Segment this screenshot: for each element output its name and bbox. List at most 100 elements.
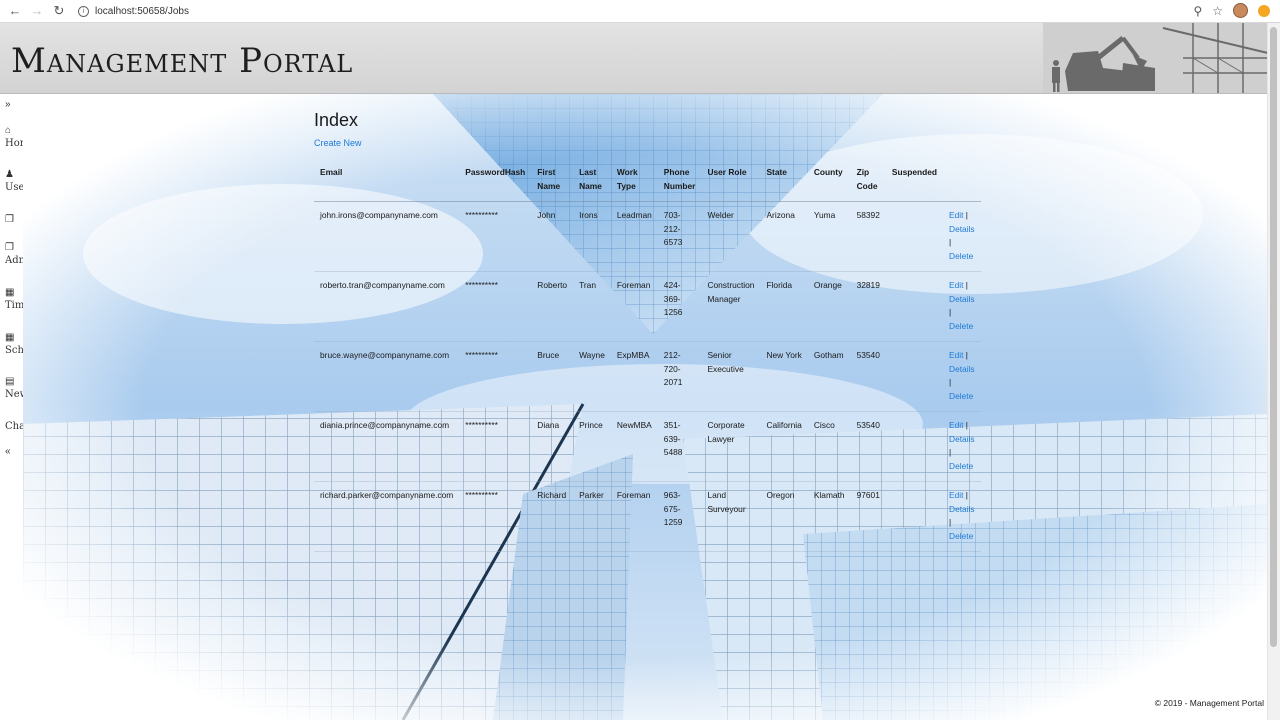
delete-link[interactable]: Delete bbox=[949, 251, 973, 261]
action-separator: | bbox=[965, 490, 968, 500]
page-footer: © 2019 - Management Portal bbox=[1154, 698, 1264, 708]
password-cell: ********** bbox=[459, 481, 532, 552]
password-cell: ********** bbox=[459, 411, 532, 482]
user-role-cell: Construction Manager bbox=[701, 271, 761, 342]
email-cell: bruce.wayne@companyname.com bbox=[314, 341, 460, 412]
table-row: bruce.wayne@companyname.com ********** B… bbox=[314, 341, 981, 412]
state-cell: California bbox=[760, 411, 808, 482]
site-header: Management Portal bbox=[0, 23, 1268, 94]
work-type-cell: Leadman bbox=[610, 201, 658, 272]
zoom-icon[interactable]: ⚲ bbox=[1193, 4, 1202, 18]
details-link[interactable]: Details bbox=[949, 434, 975, 444]
zip-cell: 32819 bbox=[850, 271, 886, 342]
action-separator: | bbox=[965, 280, 968, 290]
edit-link[interactable]: Edit bbox=[949, 210, 963, 220]
sidebar-item-chat[interactable]: Chat bbox=[5, 420, 45, 434]
action-separator: | bbox=[949, 517, 952, 527]
first-name-cell: Diana bbox=[531, 411, 574, 482]
details-link[interactable]: Details bbox=[949, 294, 975, 304]
copy-icon: ❐ bbox=[5, 214, 14, 225]
sidebar-collapse-toggle[interactable]: « bbox=[5, 446, 45, 458]
column-header: First Name bbox=[531, 159, 574, 202]
star-icon[interactable]: ☆ bbox=[1212, 4, 1223, 18]
action-separator: | bbox=[949, 447, 952, 457]
edit-link[interactable]: Edit bbox=[949, 490, 963, 500]
phone-cell: 424-369-1256 bbox=[657, 271, 702, 342]
sidebar-item-schedule[interactable]: ▦ Schedule bbox=[5, 332, 45, 358]
sidebar-item-label: News bbox=[5, 389, 23, 400]
table-row: john.irons@companyname.com ********** Jo… bbox=[314, 201, 981, 272]
double-chevron-left-icon[interactable]: « bbox=[5, 446, 45, 458]
county-cell: Klamath bbox=[807, 481, 851, 552]
page-title: Index bbox=[314, 110, 359, 130]
column-header: PasswordHash bbox=[459, 159, 532, 202]
url-text[interactable]: localhost:50658/Jobs bbox=[95, 6, 189, 17]
brand-title[interactable]: Management Portal bbox=[11, 41, 353, 81]
row-actions: Edit | Details | Delete bbox=[943, 411, 981, 482]
password-cell: ********** bbox=[459, 271, 532, 342]
delete-link[interactable]: Delete bbox=[949, 321, 973, 331]
users-icon: ♟ bbox=[5, 169, 14, 180]
sidebar-item-home[interactable]: ⌂ Home bbox=[5, 125, 45, 151]
profile-avatar-icon[interactable] bbox=[1233, 3, 1248, 18]
delete-link[interactable]: Delete bbox=[949, 531, 973, 541]
row-actions: Edit | Details | Delete bbox=[943, 271, 981, 342]
last-name-cell: Parker bbox=[573, 481, 611, 552]
edit-link[interactable]: Edit bbox=[949, 420, 963, 430]
forward-icon[interactable]: → bbox=[30, 4, 44, 18]
first-name-cell: Bruce bbox=[531, 341, 574, 412]
scrollbar-thumb[interactable] bbox=[1270, 27, 1277, 647]
user-role-cell: Corporate Lawyer bbox=[701, 411, 761, 482]
action-separator: | bbox=[949, 307, 952, 317]
create-new-link[interactable]: Create New bbox=[314, 137, 974, 149]
zip-cell: 53540 bbox=[850, 341, 886, 412]
user-role-cell: Welder bbox=[701, 201, 761, 272]
sidebar-item-label: Chat bbox=[5, 421, 23, 432]
details-link[interactable]: Details bbox=[949, 504, 975, 514]
sidebar-item-admin[interactable]: ❐ Admin bbox=[5, 242, 45, 268]
row-actions: Edit | Details | Delete bbox=[943, 201, 981, 272]
column-header: Work Type bbox=[610, 159, 658, 202]
info-icon[interactable]: i bbox=[78, 5, 89, 17]
details-link[interactable]: Details bbox=[949, 224, 975, 234]
zip-cell: 97601 bbox=[850, 481, 886, 552]
edit-link[interactable]: Edit bbox=[949, 350, 963, 360]
construction-silhouette-image bbox=[1043, 23, 1268, 93]
table-header-row: Email PasswordHash First Name Last Name … bbox=[314, 159, 981, 202]
vertical-scrollbar[interactable] bbox=[1267, 23, 1280, 720]
delete-link[interactable]: Delete bbox=[949, 461, 973, 471]
sidebar-item-time[interactable]: ▦ Time bbox=[5, 287, 45, 313]
phone-cell: 212-720-2071 bbox=[657, 341, 702, 412]
action-separator: | bbox=[965, 210, 968, 220]
state-cell: Oregon bbox=[760, 481, 808, 552]
back-icon[interactable]: ← bbox=[8, 4, 22, 18]
address-bar[interactable]: i localhost:50658/Jobs bbox=[78, 5, 189, 17]
delete-link[interactable]: Delete bbox=[949, 391, 973, 401]
sidebar-item-news[interactable]: ▤ News bbox=[5, 376, 45, 402]
sidebar-item-users[interactable]: ♟ Users bbox=[5, 169, 45, 195]
double-chevron-right-icon[interactable]: » bbox=[5, 99, 45, 111]
sidebar-item-copy[interactable]: ❐ bbox=[5, 214, 45, 226]
column-header: Last Name bbox=[573, 159, 611, 202]
state-cell: New York bbox=[760, 341, 808, 412]
edit-link[interactable]: Edit bbox=[949, 280, 963, 290]
user-role-cell: Land Surveyour bbox=[701, 481, 761, 552]
action-separator: | bbox=[949, 377, 952, 387]
column-header: Phone Number bbox=[657, 159, 702, 202]
sidebar-expand-toggle[interactable]: » bbox=[5, 99, 45, 111]
details-link[interactable]: Details bbox=[949, 364, 975, 374]
column-header: Suspended bbox=[885, 159, 944, 202]
newspaper-icon: ▤ bbox=[5, 376, 15, 387]
table-row: roberto.tran@companyname.com ********** … bbox=[314, 271, 981, 342]
jobs-table: Email PasswordHash First Name Last Name … bbox=[314, 159, 981, 552]
table-row: diania.prince@companyname.com **********… bbox=[314, 411, 981, 482]
sidebar-item-label: Time bbox=[5, 300, 23, 311]
reload-icon[interactable]: ↻ bbox=[52, 4, 66, 18]
email-cell: john.irons@companyname.com bbox=[314, 201, 460, 272]
county-cell: Cisco bbox=[807, 411, 851, 482]
extension-icon[interactable] bbox=[1258, 4, 1270, 17]
email-cell: roberto.tran@companyname.com bbox=[314, 271, 460, 342]
suspended-cell bbox=[885, 411, 944, 482]
phone-cell: 963-675-1259 bbox=[657, 481, 702, 552]
county-cell: Gotham bbox=[807, 341, 851, 412]
